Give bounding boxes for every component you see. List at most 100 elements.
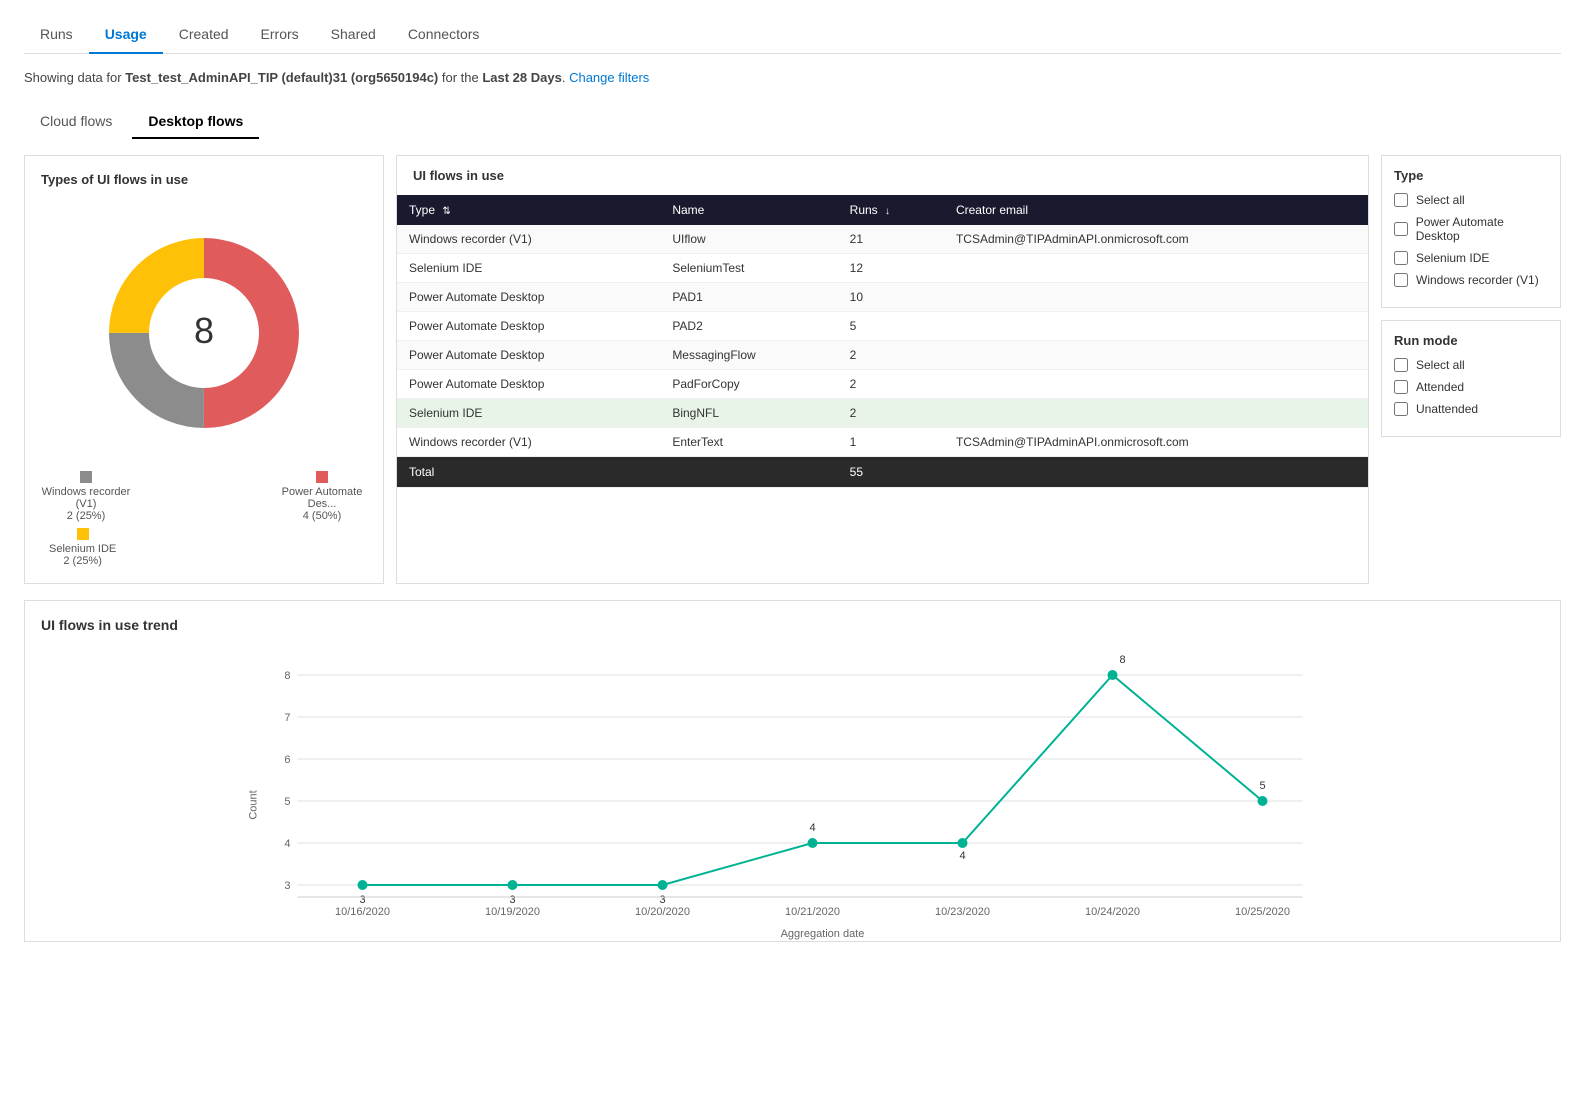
filter-attended-label: Attended: [1416, 380, 1464, 394]
tab-usage[interactable]: Usage: [89, 16, 163, 54]
y-label-3: 3: [284, 880, 290, 892]
run-mode-filter-section: Run mode Select all Attended Unattended: [1381, 320, 1561, 437]
cell-creator: TCSAdmin@TIPAdminAPI.onmicrosoft.com: [944, 428, 1368, 457]
cell-name: MessagingFlow: [660, 341, 837, 370]
cell-type: Power Automate Desktop: [397, 370, 660, 399]
legend-selenium-label: Selenium IDE: [49, 543, 116, 555]
table-row: Selenium IDEBingNFL2: [397, 399, 1368, 428]
filter-attended[interactable]: Attended: [1394, 380, 1548, 394]
val-1025: 5: [1259, 780, 1265, 792]
tab-created[interactable]: Created: [163, 16, 245, 54]
total-label: Total: [397, 457, 660, 488]
cell-name: UIflow: [660, 225, 837, 254]
type-filter-title: Type: [1394, 168, 1548, 183]
sub-tab-desktop[interactable]: Desktop flows: [132, 105, 259, 139]
x-label-1025: 10/25/2020: [1235, 906, 1290, 918]
legend-pad-value: 4 (50%): [303, 510, 342, 522]
checkbox-attended[interactable]: [1394, 380, 1408, 394]
cell-creator: [944, 283, 1368, 312]
table-row: Power Automate DesktopPAD110: [397, 283, 1368, 312]
col-type[interactable]: Type ⇅: [397, 195, 660, 225]
filter-pad-label: Power Automate Desktop: [1416, 215, 1548, 243]
donut-legend: Windows recorder (V1) 2 (25%) Power Auto…: [41, 471, 367, 567]
cell-name: EnterText: [660, 428, 837, 457]
trend-svg: Count 8 7 6 5: [41, 645, 1544, 945]
col-name[interactable]: Name: [660, 195, 837, 225]
cell-creator: [944, 370, 1368, 399]
y-label-4: 4: [284, 838, 290, 850]
legend-selenium-color: [77, 528, 89, 540]
val-1019: 3: [509, 894, 515, 906]
legend-pad-color: [316, 471, 328, 483]
y-label-8: 8: [284, 670, 290, 682]
tab-errors[interactable]: Errors: [245, 16, 315, 54]
sort-icon-type: ⇅: [442, 206, 450, 217]
val-1016: 3: [359, 894, 365, 906]
page-container: Runs Usage Created Errors Shared Connect…: [0, 0, 1585, 958]
cell-creator: [944, 341, 1368, 370]
filter-select-all-run[interactable]: Select all: [1394, 358, 1548, 372]
tab-runs[interactable]: Runs: [24, 16, 89, 54]
cell-type: Windows recorder (V1): [397, 428, 660, 457]
checkbox-select-all-run[interactable]: [1394, 358, 1408, 372]
donut-svg: 8: [94, 223, 314, 443]
filter-selenium[interactable]: Selenium IDE: [1394, 251, 1548, 265]
sort-icon-runs: ↓: [885, 206, 890, 217]
checkbox-select-all-type[interactable]: [1394, 193, 1408, 207]
cell-runs: 2: [838, 341, 944, 370]
cell-type: Selenium IDE: [397, 254, 660, 283]
subtitle-period: Last 28 Days: [482, 70, 562, 85]
cell-runs: 12: [838, 254, 944, 283]
cell-type: Power Automate Desktop: [397, 283, 660, 312]
val-1024: 8: [1119, 654, 1125, 666]
cell-type: Windows recorder (V1): [397, 225, 660, 254]
filter-select-all-type-label: Select all: [1416, 193, 1465, 207]
subtitle-prefix: Showing data for: [24, 70, 125, 85]
cell-runs: 2: [838, 370, 944, 399]
tab-connectors[interactable]: Connectors: [392, 16, 496, 54]
dot-1025: [1258, 796, 1268, 806]
total-runs: 55: [838, 457, 944, 488]
table-row: Power Automate DesktopMessagingFlow2: [397, 341, 1368, 370]
col-creator[interactable]: Creator email: [944, 195, 1368, 225]
cell-name: SeleniumTest: [660, 254, 837, 283]
dot-1016: [358, 880, 368, 890]
legend-windows-value: 2 (25%): [67, 510, 106, 522]
legend-pad: Power Automate Des... 4 (50%): [277, 471, 367, 522]
x-label-1024: 10/24/2020: [1085, 906, 1140, 918]
x-label-1023: 10/23/2020: [935, 906, 990, 918]
legend-windows: Windows recorder (V1) 2 (25%): [41, 471, 131, 522]
donut-panel: Types of UI flows in use 8: [24, 155, 384, 584]
filter-windows-recorder[interactable]: Windows recorder (V1): [1394, 273, 1548, 287]
dot-1020: [658, 880, 668, 890]
cell-runs: 2: [838, 399, 944, 428]
table-panel: UI flows in use Type ⇅ Name Runs ↓: [396, 155, 1369, 584]
filter-pad[interactable]: Power Automate Desktop: [1394, 215, 1548, 243]
cell-creator: [944, 254, 1368, 283]
cell-creator: TCSAdmin@TIPAdminAPI.onmicrosoft.com: [944, 225, 1368, 254]
checkbox-pad[interactable]: [1394, 222, 1408, 236]
checkbox-unattended[interactable]: [1394, 402, 1408, 416]
sub-tab-cloud[interactable]: Cloud flows: [24, 105, 128, 139]
table-row: Windows recorder (V1)UIflow21TCSAdmin@TI…: [397, 225, 1368, 254]
checkbox-selenium[interactable]: [1394, 251, 1408, 265]
legend-windows-color: [80, 471, 92, 483]
total-creator: [944, 457, 1368, 488]
filter-unattended[interactable]: Unattended: [1394, 402, 1548, 416]
col-runs[interactable]: Runs ↓: [838, 195, 944, 225]
x-label-1021: 10/21/2020: [785, 906, 840, 918]
tab-shared[interactable]: Shared: [315, 16, 392, 54]
dot-1024: [1108, 670, 1118, 680]
table-row: Windows recorder (V1)EnterText1TCSAdmin@…: [397, 428, 1368, 457]
cell-creator: [944, 312, 1368, 341]
cell-runs: 5: [838, 312, 944, 341]
donut-title: Types of UI flows in use: [41, 172, 367, 187]
change-filters-link[interactable]: Change filters: [569, 70, 649, 85]
run-mode-filter-title: Run mode: [1394, 333, 1548, 348]
legend-selenium: Selenium IDE 2 (25%): [49, 528, 116, 567]
filter-windows-recorder-label: Windows recorder (V1): [1416, 273, 1539, 287]
y-axis-label: Count: [248, 790, 260, 819]
filter-select-all-type[interactable]: Select all: [1394, 193, 1548, 207]
checkbox-windows-recorder[interactable]: [1394, 273, 1408, 287]
dot-1021: [808, 838, 818, 848]
